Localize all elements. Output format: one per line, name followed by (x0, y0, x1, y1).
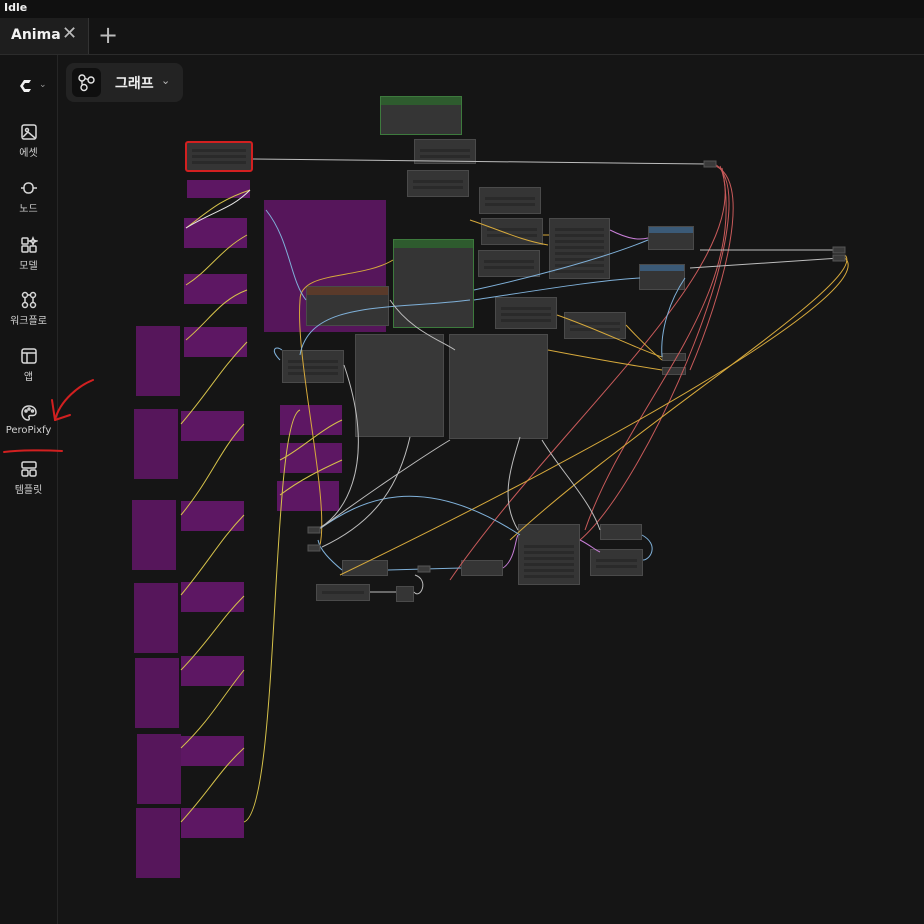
group-node[interactable] (187, 180, 250, 198)
sidebar-item-models[interactable]: 모델 (0, 236, 57, 272)
reroute-node[interactable] (396, 586, 414, 602)
title-bar: Idle (0, 0, 924, 19)
sidebar-item-label: 템플릿 (14, 485, 43, 496)
chevron-down-icon: ⌄ (161, 74, 171, 87)
sidebar-item-label: 모델 (19, 261, 38, 272)
sidebar-item-label: 앱 (23, 372, 34, 383)
group-node[interactable] (184, 218, 247, 248)
node-icon (20, 182, 37, 194)
tab-anima[interactable]: Anima ✕ (0, 18, 89, 54)
template-icon (20, 461, 37, 477)
node[interactable] (479, 187, 541, 214)
sidebar-item-templates[interactable]: 템플릿 (0, 460, 57, 496)
app-status: Idle (4, 1, 28, 14)
node[interactable] (639, 264, 685, 290)
group-node[interactable] (181, 808, 244, 838)
node[interactable] (648, 226, 694, 250)
node[interactable] (600, 524, 642, 540)
group-node[interactable] (280, 405, 342, 435)
plus-icon: + (97, 21, 119, 49)
group-node[interactable] (181, 736, 244, 766)
image-icon (20, 124, 37, 140)
node[interactable] (518, 524, 580, 585)
image-preview-node[interactable] (449, 334, 548, 439)
sidebar-item-assets[interactable]: 에셋 (0, 123, 57, 159)
group-node[interactable] (181, 582, 244, 612)
image-preview-node[interactable] (355, 334, 444, 437)
node[interactable] (549, 218, 610, 279)
palette-icon (20, 405, 37, 421)
group-node[interactable] (184, 327, 247, 357)
group-node[interactable] (181, 656, 244, 686)
node[interactable] (495, 297, 557, 329)
node[interactable] (461, 560, 503, 576)
comfy-logo-icon (20, 80, 31, 92)
node[interactable] (564, 312, 626, 339)
sidebar-item-apps[interactable]: 앱 (0, 347, 57, 383)
group-box[interactable] (137, 734, 181, 804)
sidebar-item-peropixfy[interactable]: PeroPixfy (0, 404, 57, 436)
group-node[interactable] (277, 481, 339, 511)
node[interactable] (481, 218, 543, 245)
node[interactable] (316, 584, 370, 601)
new-tab-button[interactable]: + (96, 22, 120, 50)
chevron-down-icon: ⌄ (39, 80, 47, 90)
node[interactable] (414, 139, 476, 164)
group-node[interactable] (280, 443, 342, 473)
node[interactable] (478, 250, 540, 277)
sidebar-item-nodes[interactable]: 노드 (0, 179, 57, 215)
view-mode-label: 그래프 (115, 76, 154, 92)
sidebar-item-label: 에셋 (19, 148, 38, 159)
highlighted-node[interactable] (185, 141, 253, 172)
group-box[interactable] (134, 583, 178, 653)
brand-menu[interactable]: ⌄ (17, 77, 47, 99)
green-node[interactable] (393, 239, 474, 328)
reroute-node[interactable] (662, 367, 686, 375)
node[interactable] (407, 170, 469, 197)
reroute-node[interactable] (662, 353, 686, 361)
sidebar-item-label: 워크플로 (10, 316, 47, 327)
group-box[interactable] (136, 326, 180, 396)
sidebar-item-label: PeroPixfy (5, 425, 52, 436)
model-icon (20, 236, 38, 253)
group-box[interactable] (134, 409, 178, 479)
graph-view-toggle[interactable]: 그래프 ⌄ (66, 63, 183, 102)
group-node[interactable] (184, 274, 247, 304)
group-node[interactable] (181, 501, 244, 531)
group-box[interactable] (136, 808, 180, 878)
sidebar-item-label: 노드 (19, 204, 38, 215)
node[interactable] (590, 549, 643, 576)
workflow-icon (21, 291, 36, 309)
sidebar-item-workflows[interactable]: 워크플로 (0, 291, 57, 327)
tab-label: Anima (11, 27, 61, 43)
app-layout-icon (20, 348, 37, 364)
graph-icon (72, 68, 101, 97)
tab-bar: Anima ✕ + (0, 18, 924, 55)
group-box[interactable] (132, 500, 176, 570)
close-icon[interactable]: ✕ (62, 25, 77, 43)
group-box[interactable] (135, 658, 179, 728)
green-node[interactable] (380, 96, 462, 135)
node[interactable] (282, 350, 344, 383)
sidebar: ⌄ 에셋 노드 모델 워크플로 앱 PeroPixfy 템플릿 (0, 55, 58, 924)
group-node[interactable] (181, 411, 244, 441)
node[interactable] (306, 286, 389, 326)
node[interactable] (342, 560, 388, 576)
